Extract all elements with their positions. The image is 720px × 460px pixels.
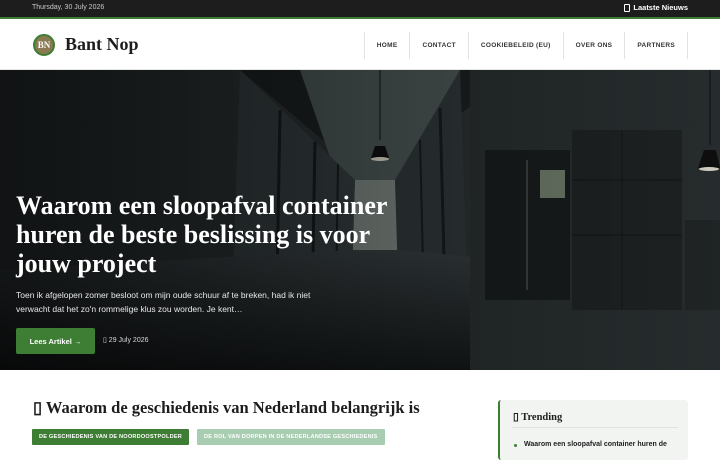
- nav-about[interactable]: OVER ONS: [562, 32, 625, 59]
- latest-news-link[interactable]: Laatste Nieuws: [624, 3, 688, 12]
- logo-initials: BN: [37, 40, 51, 50]
- trending-title-text: Trending: [521, 412, 563, 423]
- newspaper-icon: [624, 3, 631, 12]
- site-logo[interactable]: BN: [33, 34, 55, 56]
- trending-bullet: [514, 444, 517, 447]
- read-article-button[interactable]: Lees Artikel →: [16, 328, 95, 354]
- section-title-text: Waarom de geschiedenis van Nederland bel…: [45, 398, 420, 417]
- trending-widget: ▯ Trending Waarom een sloopafval contain…: [498, 400, 688, 460]
- top-bar: Thursday, 30 July 2026 Laatste Nieuws: [0, 0, 720, 19]
- hero-title[interactable]: Waarom een sloopafval container huren de…: [16, 191, 416, 278]
- bookmark-icon: ▯: [33, 398, 46, 417]
- hero-excerpt: Toen ik afgelopen zomer besloot om mijn …: [16, 290, 311, 314]
- nav-home[interactable]: HOME: [363, 32, 410, 59]
- site-brand[interactable]: Bant Nop: [65, 34, 139, 55]
- hero-banner: Waarom een sloopafval container huren de…: [0, 70, 720, 370]
- tag-list: DE GESCHIEDENIS VAN DE NOORDOOSTPOLDER D…: [32, 429, 385, 445]
- tag-noordoostpolder[interactable]: DE GESCHIEDENIS VAN DE NOORDOOSTPOLDER: [32, 429, 190, 445]
- nav-cookie-policy[interactable]: COOKIEBELEID (EU): [467, 32, 563, 59]
- nav-partners[interactable]: PARTNERS: [624, 32, 688, 59]
- hero-date-text: 29 July 2026: [108, 337, 149, 344]
- trending-item[interactable]: Waarom een sloopafval container huren de: [524, 441, 667, 448]
- main-nav: HOME CONTACT COOKIEBELEID (EU) OVER ONS …: [363, 32, 688, 59]
- tag-dorpen[interactable]: DE ROL VAN DORPEN IN DE NEDERLANDSE GESC…: [197, 429, 385, 445]
- nav-contact[interactable]: CONTACT: [409, 32, 467, 59]
- latest-news-label: Laatste Nieuws: [633, 3, 688, 12]
- hero-date: ▯ 29 July 2026: [103, 336, 149, 344]
- trending-title: ▯ Trending: [513, 411, 562, 423]
- trending-icon: ▯: [513, 412, 522, 423]
- current-date: Thursday, 30 July 2026: [32, 4, 105, 11]
- site-header: BN Bant Nop HOME CONTACT COOKIEBELEID (E…: [0, 21, 720, 70]
- trending-divider: [512, 427, 678, 428]
- section-title[interactable]: ▯ Waarom de geschiedenis van Nederland b…: [33, 398, 420, 418]
